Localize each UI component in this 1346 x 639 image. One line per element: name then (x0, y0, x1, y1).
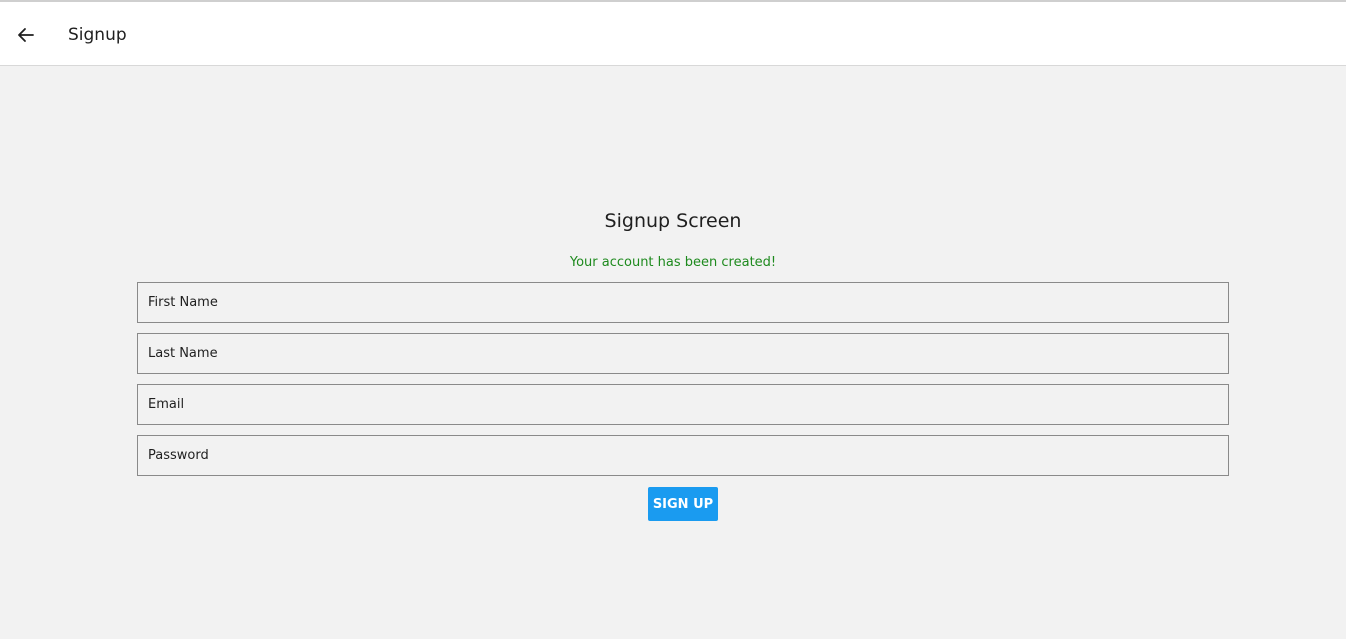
last-name-input[interactable] (137, 333, 1229, 374)
password-input[interactable] (137, 435, 1229, 476)
screen-title: Signup Screen (604, 210, 742, 232)
success-message: Your account has been created! (569, 255, 777, 270)
signup-content: Signup Screen Your account has been crea… (0, 67, 1346, 639)
page-title: Signup (68, 25, 127, 45)
back-button[interactable] (10, 19, 42, 51)
app-header: Signup (0, 2, 1346, 66)
first-name-input[interactable] (137, 282, 1229, 323)
sign-up-button[interactable]: SIGN UP (648, 487, 718, 521)
arrow-left-icon (16, 25, 36, 45)
email-input[interactable] (137, 384, 1229, 425)
